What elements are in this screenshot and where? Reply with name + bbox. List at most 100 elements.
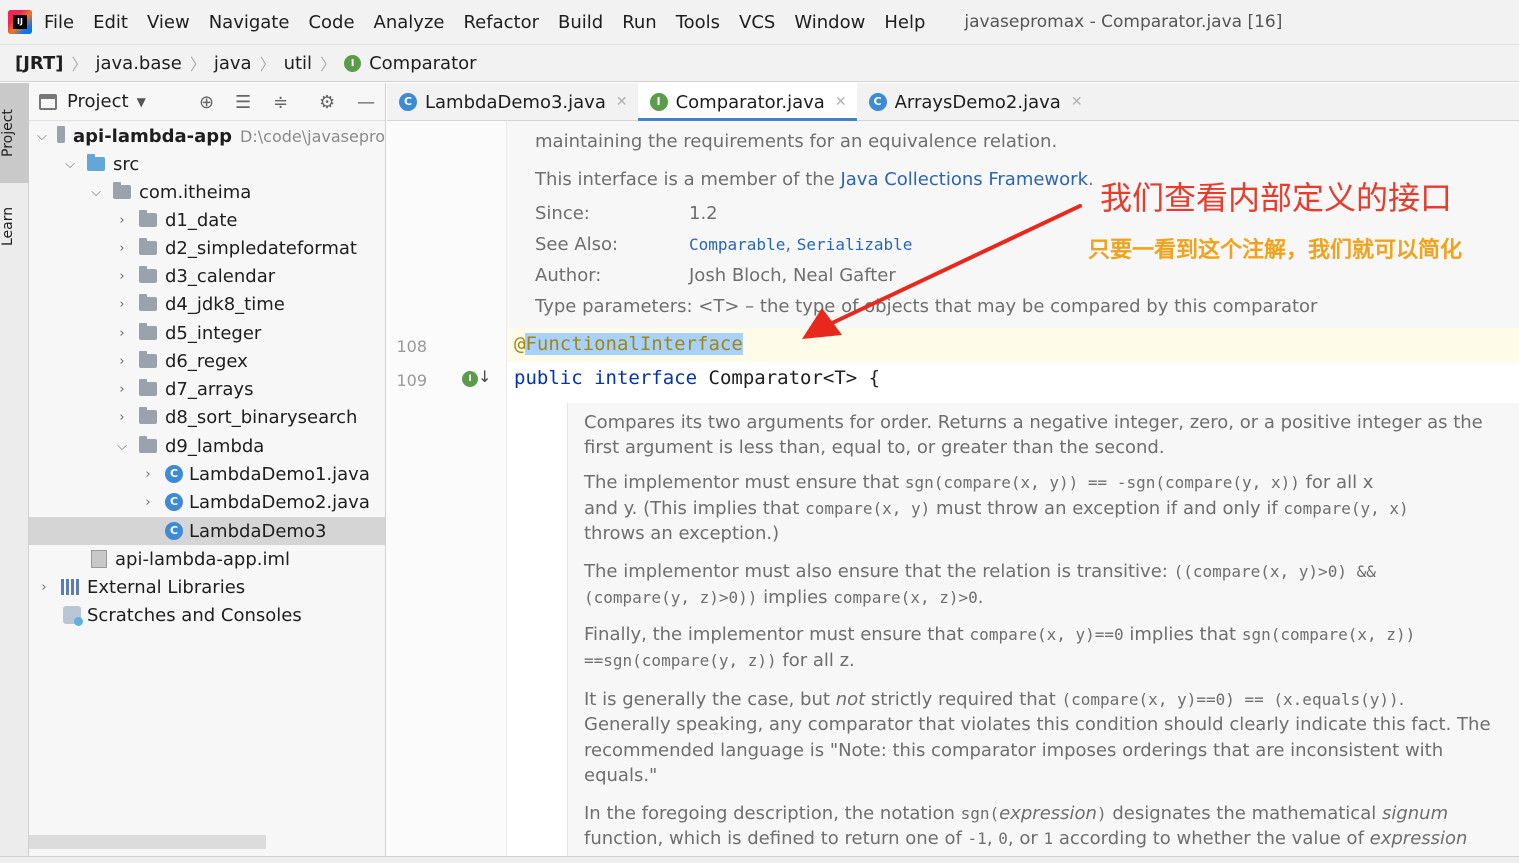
menu-navigate[interactable]: Navigate (209, 12, 290, 33)
tree-item-package[interactable]: ⌵ com.itheima (29, 178, 385, 206)
menu-run[interactable]: Run (622, 12, 657, 33)
expand-all-icon[interactable]: ☰ (235, 92, 251, 113)
keyword-public: public (514, 367, 583, 389)
breadcrumb-util[interactable]: util (284, 53, 312, 74)
tree-item-label: com.itheima (139, 181, 252, 203)
doc-text: , (986, 828, 999, 849)
minimize-icon[interactable]: — (357, 92, 375, 113)
collapse-all-icon[interactable]: ≑ (273, 92, 288, 113)
selected-annotation-text[interactable]: FunctionalInterface (525, 333, 743, 355)
chevron-right-icon[interactable]: › (115, 213, 129, 228)
chevron-right-icon[interactable]: › (115, 410, 129, 425)
tree-item-package[interactable]: › d8_sort_binarysearch (29, 403, 385, 431)
menu-view[interactable]: View (147, 12, 190, 33)
breadcrumb-comparator[interactable]: I Comparator (344, 53, 477, 74)
close-icon[interactable]: ✕ (835, 94, 847, 110)
chevron-down-icon[interactable]: ⌵ (37, 129, 47, 144)
chevron-down-icon[interactable]: ⌵ (63, 157, 77, 172)
tree-item-package[interactable]: › d7_arrays (29, 375, 385, 403)
chevron-down-icon[interactable]: ⌵ (89, 185, 103, 200)
tree-item-label: Scratches and Consoles (87, 604, 302, 626)
doc-code: compare(x, y)==0 (969, 625, 1124, 644)
tab-arraysdemo2[interactable]: C ArraysDemo2.java ✕ (857, 83, 1093, 121)
chevron-right-icon[interactable]: › (115, 354, 129, 369)
menu-analyze[interactable]: Analyze (374, 12, 445, 33)
chevron-right-icon[interactable]: › (115, 326, 129, 341)
tree-item-package[interactable]: › d4_jdk8_time (29, 290, 385, 318)
annotation-line[interactable]: @FunctionalInterface (514, 333, 743, 355)
doc-italic: expression (999, 803, 1097, 824)
tree-item-class[interactable]: › C LambdaDemo1.java (29, 460, 385, 488)
menu-vcs[interactable]: VCS (739, 12, 775, 33)
package-folder-icon (139, 379, 157, 396)
package-folder-icon (139, 436, 157, 453)
interface-icon: I (344, 55, 362, 72)
tree-item-external-libraries[interactable]: › External Libraries (29, 573, 385, 601)
chevron-right-icon[interactable]: › (115, 382, 129, 397)
locate-icon[interactable]: ⊕ (199, 92, 214, 113)
menu-tools[interactable]: Tools (676, 12, 720, 33)
doc-code: sgn(compare(x, y)) == -sgn(compare(y, x)… (904, 473, 1300, 492)
doc-text: Finally, the implementor must ensure tha… (584, 624, 970, 645)
interface-icon: I (649, 93, 668, 111)
tree-item-package[interactable]: › d2_simpledateformat (29, 234, 385, 262)
gear-icon[interactable]: ⚙ (319, 92, 335, 113)
close-icon[interactable]: ✕ (1071, 94, 1083, 110)
doc-text: for all x (1299, 472, 1374, 493)
menu-help[interactable]: Help (884, 12, 925, 33)
package-folder-icon (113, 182, 131, 199)
interface-name: Comparator<T> { (708, 367, 881, 389)
doc-line: Compares its two arguments for order. Re… (584, 412, 1483, 433)
chevron-down-icon[interactable]: ⌵ (115, 439, 129, 454)
breadcrumb-jrt[interactable]: [JRT] (15, 53, 63, 74)
breadcrumb-java-base[interactable]: java.base (96, 53, 182, 74)
collections-framework-link[interactable]: Java Collections Framework (840, 169, 1088, 190)
stripe-tab-project[interactable]: Project (0, 83, 29, 183)
tree-item-package[interactable]: › d5_integer (29, 319, 385, 347)
chevron-right-icon[interactable]: › (115, 241, 129, 256)
tab-comparator[interactable]: I Comparator.java ✕ (637, 83, 857, 121)
tree-item-src[interactable]: ⌵ src (29, 150, 385, 178)
close-icon[interactable]: ✕ (616, 94, 628, 110)
chevron-down-icon[interactable]: ▼ (137, 95, 146, 109)
menu-file[interactable]: File (44, 12, 74, 33)
tree-item-package[interactable]: › d3_calendar (29, 262, 385, 290)
tree-item-scratches[interactable]: Scratches and Consoles (29, 601, 385, 629)
doc-code: ==sgn(compare(y, z)) (584, 651, 777, 670)
tree-item-package[interactable]: › d6_regex (29, 347, 385, 375)
tree-item-package[interactable]: › d1_date (29, 206, 385, 234)
doc-line: and y. (This implies that compare(x, y) … (584, 496, 1409, 521)
tree-item-class[interactable]: › C LambdaDemo2.java (29, 488, 385, 516)
chevron-right-icon[interactable]: › (141, 495, 155, 510)
keyword-interface: interface (594, 367, 698, 389)
comparable-link[interactable]: Comparable (689, 235, 785, 254)
java-class-icon: C (868, 93, 887, 111)
tab-lambdademo3[interactable]: C LambdaDemo3.java ✕ (387, 83, 638, 121)
menu-refactor[interactable]: Refactor (463, 12, 539, 33)
doc-line: first argument is less than, equal to, o… (584, 437, 1165, 458)
tree-item-package[interactable]: ⌵ d9_lambda (29, 432, 385, 460)
doc-line: (compare(y, z)>0)) implies compare(x, z)… (584, 585, 983, 610)
tree-item-iml[interactable]: api-lambda-app.iml (29, 545, 385, 573)
chevron-right-icon: 〉 (259, 55, 276, 74)
chevron-right-icon[interactable]: › (115, 297, 129, 312)
arrow-down-icon[interactable]: ↓ (478, 367, 491, 386)
doc-line: recommended language is "Note: this comp… (584, 740, 1444, 761)
menu-edit[interactable]: Edit (93, 12, 128, 33)
interface-declaration-line[interactable]: public interface Comparator<T> { (514, 367, 880, 389)
tree-item-module[interactable]: ⌵ api-lambda-app D:\code\javasepro (29, 122, 385, 150)
doc-text: according to whether the value of (1053, 828, 1370, 849)
tree-item-class-selected[interactable]: C LambdaDemo3 (29, 517, 385, 545)
project-view-selector[interactable]: Project (67, 91, 129, 112)
doc-code: compare(y, x) (1283, 499, 1409, 518)
chevron-right-icon[interactable]: › (141, 467, 155, 482)
chevron-right-icon[interactable]: › (37, 580, 51, 595)
menu-build[interactable]: Build (558, 12, 603, 33)
stripe-tab-learn[interactable]: Learn (0, 191, 29, 261)
implemented-interface-gutter-icon[interactable]: I (462, 371, 478, 387)
menu-window[interactable]: Window (794, 12, 865, 33)
chevron-right-icon[interactable]: › (115, 269, 129, 284)
menu-code[interactable]: Code (308, 12, 354, 33)
horizontal-scrollbar[interactable] (29, 835, 266, 849)
breadcrumb-java[interactable]: java (214, 53, 252, 74)
